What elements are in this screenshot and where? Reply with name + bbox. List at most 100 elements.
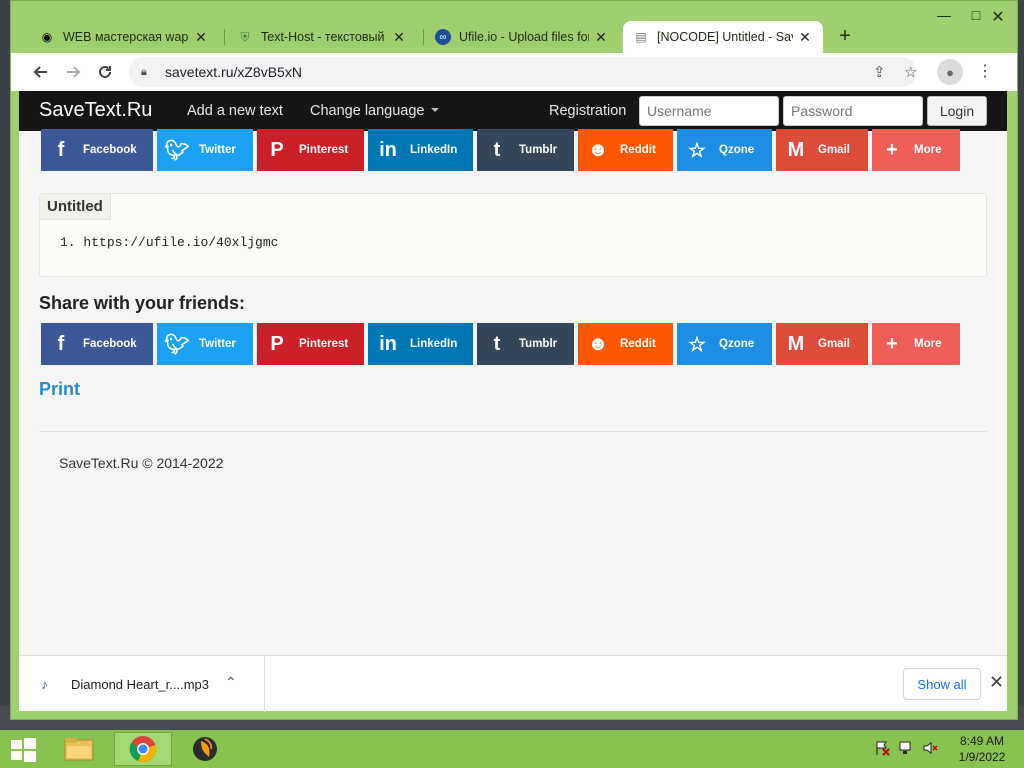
- browser-menu-icon[interactable]: ⋮: [975, 61, 995, 81]
- minimize-icon[interactable]: —: [929, 7, 959, 23]
- gmail-icon: M: [787, 138, 805, 161]
- download-item[interactable]: ♪ Diamond Heart_r....mp3 ⌃: [19, 656, 265, 712]
- tumblr-icon: t: [493, 332, 501, 355]
- facebook-share-button[interactable]: f Facebook: [41, 129, 153, 171]
- plus-icon: +: [886, 332, 898, 355]
- reddit-icon: ☻: [587, 332, 609, 355]
- download-shelf: ♪ Diamond Heart_r....mp3 ⌃ Show all ✕: [19, 655, 1007, 712]
- linkedin-share-button[interactable]: in LinkedIn: [368, 129, 473, 171]
- registration-link[interactable]: Registration: [549, 103, 626, 119]
- gmail-share-button[interactable]: M Gmail: [776, 323, 868, 365]
- tab-text-host[interactable]: ⛨ Text-Host - текстовый хостинг ✕: [227, 21, 417, 53]
- tumblr-share-button[interactable]: t Tumblr: [477, 323, 574, 365]
- plus-icon: +: [886, 138, 898, 161]
- reload-icon: [99, 65, 111, 78]
- profile-avatar-icon[interactable]: ●: [937, 59, 963, 85]
- line-text: https://ufile.io/40xljgmc: [83, 235, 279, 250]
- volume-muted-icon[interactable]: [922, 740, 938, 759]
- linkedin-icon: in: [379, 332, 397, 355]
- eye-icon: ◉: [41, 30, 53, 44]
- network-icon[interactable]: [898, 740, 914, 759]
- site-navbar: SaveText.Ru Add a new text Change langua…: [19, 91, 1007, 131]
- gmail-share-button[interactable]: M Gmail: [776, 129, 868, 171]
- qzone-icon: ☆: [688, 139, 706, 162]
- ufile-icon: ∞: [435, 29, 451, 45]
- fl-studio-icon: [193, 737, 217, 761]
- twitter-icon: 🐦︎: [164, 139, 190, 162]
- forward-button[interactable]: [57, 56, 89, 88]
- close-tab-icon[interactable]: ✕: [593, 29, 609, 46]
- system-clock[interactable]: 8:49 AM 1/9/2022: [952, 733, 1012, 765]
- audio-file-icon: ♪: [41, 676, 48, 692]
- page-content: SaveText.Ru Add a new text Change langua…: [19, 91, 1007, 655]
- tab-wapinet[interactable]: ◉ WEB мастерская wapinet ✕: [29, 21, 219, 53]
- lock-icon: 🔒︎: [141, 65, 147, 78]
- qzone-share-button[interactable]: ☆ Qzone: [677, 129, 772, 171]
- add-new-text-link[interactable]: Add a new text: [187, 103, 283, 119]
- tab-savetext[interactable]: ▤ [NOCODE] Untitled - SaveText.Ru ✕: [623, 21, 823, 53]
- qzone-share-button[interactable]: ☆ Qzone: [677, 323, 772, 365]
- twitter-icon: 🐦︎: [164, 333, 190, 356]
- close-tab-icon[interactable]: ✕: [391, 29, 407, 46]
- reddit-share-button[interactable]: ☻ Reddit: [578, 129, 673, 171]
- document-line[interactable]: 1. https://ufile.io/40xljgmc: [60, 235, 278, 250]
- tab-bar: ◉ WEB мастерская wapinet ✕ ⛨ Text-Host -…: [11, 1, 1017, 53]
- start-button[interactable]: [8, 734, 40, 764]
- url-text: savetext.ru/xZ8vB5xN: [165, 64, 302, 80]
- chrome-icon: [129, 736, 156, 762]
- pinterest-icon: P: [270, 138, 284, 161]
- line-number: 1.: [60, 235, 76, 250]
- tab-title: [NOCODE] Untitled - SaveText.Ru: [657, 30, 793, 44]
- action-center-flag-icon[interactable]: [874, 740, 890, 759]
- twitter-share-button[interactable]: 🐦︎ Twitter: [157, 323, 253, 365]
- tumblr-icon: t: [493, 138, 501, 161]
- chevron-up-icon[interactable]: ⌃: [225, 674, 237, 691]
- reload-button[interactable]: [89, 56, 121, 88]
- back-button[interactable]: [25, 56, 57, 88]
- close-tab-icon[interactable]: ✕: [797, 29, 813, 46]
- show-all-button[interactable]: Show all: [903, 668, 981, 700]
- print-link[interactable]: Print: [39, 379, 80, 400]
- more-share-button[interactable]: + More: [872, 323, 960, 365]
- facebook-share-button[interactable]: f Facebook: [41, 323, 153, 365]
- more-share-button[interactable]: + More: [872, 129, 960, 171]
- share-heading: Share with your friends:: [39, 293, 246, 313]
- close-tab-icon[interactable]: ✕: [193, 29, 209, 46]
- share-icon[interactable]: ⇪: [873, 63, 886, 81]
- taskbar-chrome[interactable]: [114, 732, 172, 766]
- linkedin-share-button[interactable]: in LinkedIn: [368, 323, 473, 365]
- new-tab-button[interactable]: +: [833, 25, 857, 49]
- taskbar: 8:49 AM 1/9/2022: [0, 730, 1024, 768]
- linkedin-icon: in: [379, 138, 397, 161]
- tab-ufile[interactable]: ∞ Ufile.io - Upload files for free ✕: [425, 21, 619, 53]
- pinterest-share-button[interactable]: P Pinterest: [257, 323, 364, 365]
- document-title: Untitled: [40, 194, 111, 220]
- shield-icon: ⛨: [240, 29, 250, 44]
- site-logo[interactable]: SaveText.Ru: [39, 99, 152, 122]
- twitter-share-button[interactable]: 🐦︎ Twitter: [157, 129, 253, 171]
- pinterest-share-button[interactable]: P Pinterest: [257, 129, 364, 171]
- reddit-share-button[interactable]: ☻ Reddit: [578, 323, 673, 365]
- facebook-icon: f: [57, 332, 65, 355]
- close-shelf-icon[interactable]: ✕: [989, 672, 1004, 693]
- tab-title: Text-Host - текстовый хостинг: [261, 30, 387, 44]
- clock-time: 8:49 AM: [959, 734, 1005, 748]
- forward-arrow-icon: [67, 66, 81, 78]
- tumblr-share-button[interactable]: t Tumblr: [477, 129, 574, 171]
- text-document: Untitled 1. https://ufile.io/40xljgmc: [39, 193, 987, 277]
- login-button[interactable]: Login: [927, 96, 987, 126]
- pinterest-icon: P: [270, 332, 284, 355]
- taskbar-fl-studio[interactable]: [176, 732, 234, 766]
- username-input[interactable]: [639, 96, 779, 126]
- browser-toolbar: 🔒︎ savetext.ru/xZ8vB5xN ⇪ ☆ ● ⋮: [11, 53, 1017, 91]
- clock-date: 1/9/2022: [958, 750, 1006, 764]
- taskbar-file-explorer[interactable]: [50, 732, 108, 766]
- facebook-icon: f: [57, 138, 65, 161]
- password-input[interactable]: [783, 96, 923, 126]
- gmail-icon: M: [787, 332, 805, 355]
- close-window-icon[interactable]: ✕: [983, 7, 1013, 27]
- tab-title: Ufile.io - Upload files for free: [459, 30, 589, 44]
- bookmark-star-icon[interactable]: ☆: [904, 63, 917, 81]
- change-language-dropdown[interactable]: Change language: [310, 103, 439, 119]
- address-bar[interactable]: 🔒︎ savetext.ru/xZ8vB5xN: [129, 57, 917, 87]
